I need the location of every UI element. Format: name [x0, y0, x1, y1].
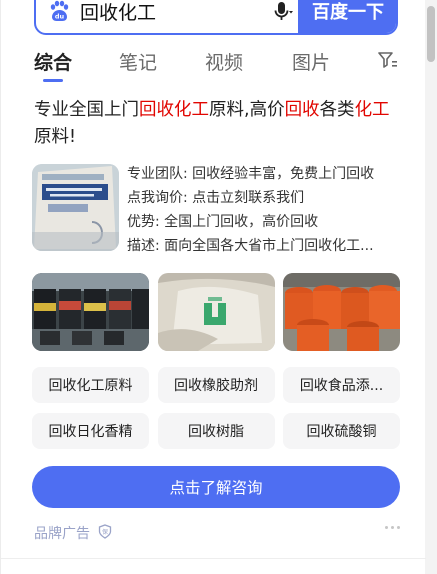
chip[interactable]: 回收化工原料 — [32, 367, 149, 403]
svg-text:du: du — [55, 13, 65, 21]
detail-line[interactable]: 描述: 面向全国各大省市上门回收化工... — [127, 234, 404, 258]
gallery-image-sacks[interactable] — [157, 273, 275, 351]
title-text: 专业全国上门 — [34, 100, 139, 120]
search-box[interactable]: du 回收化工 百度一下 — [34, 0, 398, 35]
chip[interactable]: 回收橡胶助剂 — [157, 367, 275, 403]
scrollbar-thumb[interactable] — [427, 6, 435, 62]
chip[interactable]: 回收硫酸铜 — [283, 413, 400, 449]
divider — [1, 558, 426, 559]
title-text: 各类 — [319, 100, 355, 120]
ad-footer: 品牌广告 保 — [34, 523, 400, 543]
chip[interactable]: 回收日化香精 — [32, 413, 149, 449]
microphone-icon[interactable] — [268, 0, 296, 25]
title-text: 原料! — [34, 127, 77, 147]
title-highlight: 回收 — [284, 100, 320, 120]
search-input[interactable]: 回收化工 — [80, 0, 268, 25]
tab-bar: 综合 笔记 视频 图片 — [34, 46, 404, 82]
search-button[interactable]: 百度一下 — [298, 0, 396, 33]
tab-notes[interactable]: 笔记 — [119, 48, 157, 75]
gallery-image-buckets[interactable] — [32, 273, 149, 351]
detail-line[interactable]: 点我询价: 点击立刻联系我们 — [127, 186, 404, 210]
detail-line[interactable]: 专业团队: 回收经验丰富，免费上门回收 — [127, 162, 404, 186]
tab-all[interactable]: 综合 — [34, 48, 72, 75]
ad-details: 专业团队: 回收经验丰富，免费上门回收 点我询价: 点击立刻联系我们 优势: 全… — [127, 162, 404, 258]
chip[interactable]: 回收食品添... — [283, 367, 400, 403]
brand-ad-label: 品牌广告 — [34, 526, 90, 542]
svg-text:保: 保 — [102, 528, 108, 536]
product-bag-image[interactable] — [32, 164, 119, 251]
scrollbar-track[interactable] — [425, 0, 437, 574]
consult-button[interactable]: 点击了解咨询 — [32, 466, 400, 508]
detail-line[interactable]: 优势: 全国上门回收，高价回收 — [127, 210, 404, 234]
shield-icon: 保 — [98, 523, 112, 543]
gallery-image-drums[interactable] — [283, 273, 400, 351]
results-page: du 回收化工 百度一下 综合 笔记 视频 图片 专业全国上门回收化工原料,高价… — [0, 0, 437, 574]
title-highlight: 回收化工 — [139, 100, 209, 120]
keyword-chips: 回收化工原料 回收橡胶助剂 回收食品添... 回收日化香精 回收树脂 回收硫酸铜 — [32, 367, 400, 449]
title-text: 原料,高价 — [209, 100, 285, 120]
chip[interactable]: 回收树脂 — [157, 413, 275, 449]
image-gallery — [32, 273, 400, 351]
title-highlight: 化工 — [354, 100, 390, 120]
active-tab-indicator — [43, 79, 63, 82]
more-options-icon[interactable] — [385, 526, 400, 529]
tab-videos[interactable]: 视频 — [205, 48, 243, 75]
filter-icon[interactable] — [377, 50, 399, 74]
baidu-paw-icon: du — [46, 0, 72, 24]
tab-images[interactable]: 图片 — [292, 48, 330, 75]
ad-title[interactable]: 专业全国上门回收化工原料,高价回收各类化工原料! — [34, 97, 402, 151]
